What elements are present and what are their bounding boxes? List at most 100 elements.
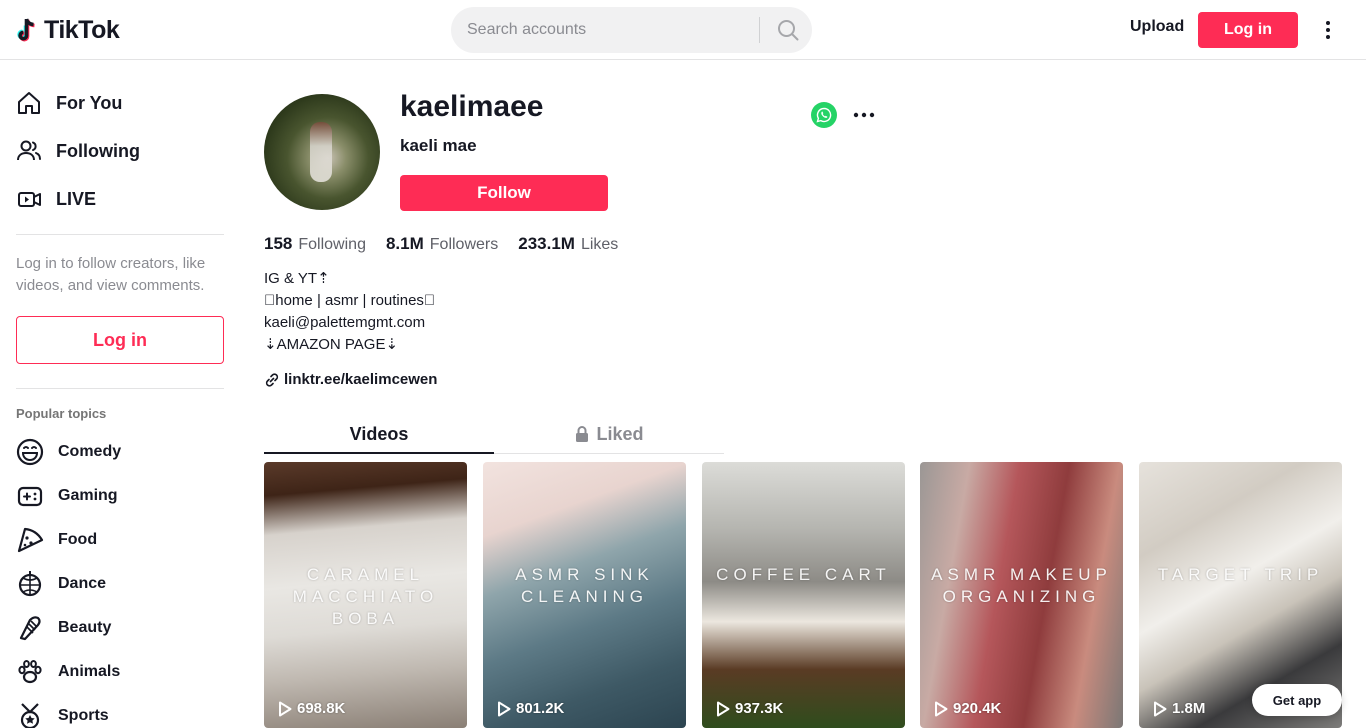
play-icon [935, 701, 948, 716]
sidebar-login-button[interactable]: Log in [16, 316, 224, 364]
search-input[interactable] [467, 7, 757, 53]
search-icon [777, 20, 798, 41]
video-views: 1.8M [1153, 700, 1205, 717]
video-caption: CARAMEL MACCHIATO BOBA [292, 565, 439, 628]
topic-label: Food [58, 531, 98, 548]
profile-link[interactable]: linktr.ee/kaelimcewen [264, 371, 437, 388]
food-icon [16, 524, 48, 556]
video-views: 937.3K [716, 700, 783, 717]
sidebar-item-label: Following [56, 140, 140, 161]
sidebar-item-following[interactable]: Following [16, 131, 226, 171]
popular-topics-heading: Popular topics [16, 406, 107, 421]
topic-label: Comedy [58, 443, 122, 460]
topic-label: Sports [58, 707, 109, 724]
dance-icon [16, 568, 48, 600]
topic-animals[interactable]: Animals [16, 654, 226, 690]
profile-tabs: Videos Liked [264, 414, 724, 454]
animals-icon [16, 656, 48, 688]
profile-link-text: linktr.ee/kaelimcewen [284, 371, 438, 388]
upload-link[interactable]: Upload [1130, 18, 1184, 36]
profile-username: kaelimaee [400, 90, 544, 123]
stat-value: 8.1M [385, 234, 424, 253]
video-caption: COFFEE CART [716, 565, 891, 584]
tiktok-logo[interactable]: TikTok [16, 14, 120, 46]
topic-beauty[interactable]: Beauty [16, 610, 226, 646]
comedy-icon [16, 436, 48, 468]
video-card[interactable]: ASMR MAKEUP ORGANIZING 920.4K [920, 462, 1123, 728]
topic-label: Gaming [58, 487, 118, 504]
tab-liked[interactable]: Liked [494, 414, 724, 454]
stat-value: 158 [264, 234, 293, 253]
stat-value: 233.1M [518, 234, 575, 253]
tab-label: Videos [349, 423, 409, 444]
sidebar-divider [16, 234, 224, 235]
stat-label: Likes [580, 236, 619, 253]
stat-label: Following [298, 236, 366, 253]
topic-sports[interactable]: Sports [16, 698, 226, 728]
video-caption: TARGET TRIP [1157, 565, 1324, 584]
topic-label: Beauty [58, 619, 112, 636]
bio-line: kaeli@palettemgmt.com [264, 314, 426, 331]
topic-comedy[interactable]: Comedy [16, 434, 226, 470]
view-count: 920.4K [953, 700, 1002, 717]
bio-line: IG & YT⇡ [264, 270, 330, 287]
profile-bio: IG & YT⇡ 􀀀home | asmr | routines􀀀 kaeli@… [264, 268, 435, 356]
tab-label: Liked [596, 423, 644, 444]
following-icon [16, 135, 48, 167]
video-card[interactable]: COFFEE CART 937.3K [702, 462, 905, 728]
link-icon [265, 372, 279, 387]
lock-icon [576, 426, 589, 442]
more-options-button[interactable] [1316, 18, 1340, 42]
tab-videos[interactable]: Videos [264, 414, 494, 454]
horizontal-dots-icon [853, 112, 875, 118]
header-login-button[interactable]: Log in [1198, 12, 1298, 48]
search-divider [759, 17, 760, 43]
video-card[interactable]: ASMR SINK CLEANING 801.2K [483, 462, 686, 728]
login-prompt-text: Log in to follow creators, like videos, … [16, 255, 206, 294]
topic-gaming[interactable]: Gaming [16, 478, 226, 514]
sidebar-item-label: LIVE [56, 188, 97, 209]
video-views: 801.2K [497, 700, 564, 717]
play-icon [1154, 701, 1167, 716]
profile-avatar [264, 94, 380, 210]
topic-label: Animals [58, 663, 121, 680]
topic-label: Dance [58, 575, 107, 592]
sidebar-divider [16, 388, 224, 389]
get-app-button[interactable]: Get app [1252, 684, 1342, 716]
active-tab-indicator [264, 452, 494, 454]
beauty-icon [16, 612, 48, 644]
bio-line: ⇣AMAZON PAGE⇣ [264, 336, 399, 353]
profile-more-button[interactable] [852, 102, 876, 128]
video-caption: ASMR MAKEUP ORGANIZING [931, 565, 1112, 606]
whatsapp-share-button[interactable] [811, 102, 837, 128]
profile-nickname: kaeli mae [400, 136, 477, 155]
stat-following[interactable]: 158 Following [264, 234, 366, 254]
tiktok-logo-icon [17, 18, 35, 42]
video-views: 698.8K [278, 700, 345, 717]
topic-food[interactable]: Food [16, 522, 226, 558]
home-icon [16, 87, 48, 119]
play-icon [279, 701, 292, 716]
search-bar [451, 7, 812, 53]
video-card[interactable]: CARAMEL MACCHIATO BOBA 698.8K [264, 462, 467, 728]
bio-line: 􀀀home | asmr | routines􀀀 [264, 292, 436, 309]
live-icon [16, 183, 48, 215]
topic-dance[interactable]: Dance [16, 566, 226, 602]
view-count: 698.8K [297, 700, 346, 717]
gaming-icon [16, 480, 48, 512]
top-header: TikTok Upload Log in [0, 0, 1366, 60]
search-button[interactable] [763, 7, 812, 53]
play-icon [717, 701, 730, 716]
sports-icon [16, 700, 48, 728]
profile-stats: 158 Following 8.1M Followers 233.1M Like… [264, 234, 638, 254]
stat-followers[interactable]: 8.1M Followers [386, 234, 498, 254]
view-count: 801.2K [516, 700, 565, 717]
sidebar-item-for-you[interactable]: For You [16, 83, 226, 123]
sidebar-item-live[interactable]: LIVE [16, 179, 226, 219]
vertical-dots-icon [1326, 21, 1330, 39]
video-caption: ASMR SINK CLEANING [515, 565, 654, 606]
play-icon [498, 701, 511, 716]
follow-button[interactable]: Follow [400, 175, 608, 211]
video-views: 920.4K [934, 700, 1001, 717]
stat-likes: 233.1M Likes [518, 234, 618, 254]
